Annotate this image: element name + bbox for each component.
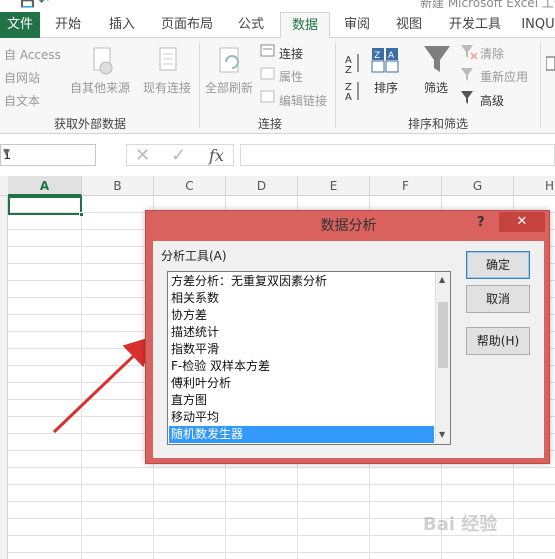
scroll-up-icon[interactable]: ▲: [439, 275, 445, 284]
list-item[interactable]: 方差分析：无重复双因素分析: [169, 273, 434, 290]
help-icon[interactable]: ?: [477, 215, 485, 230]
watermark: Bai 经验: [423, 514, 498, 535]
list-item[interactable]: 傅利叶分析: [169, 375, 434, 392]
data-analysis-dialog: 数据分析 ? ✕ 分析工具(A) 方差分析：无重复双因素分析 相关系数 协方差 …: [145, 210, 550, 464]
analysis-tools-label: 分析工具(A): [161, 249, 227, 263]
list-item[interactable]: 协方差: [169, 307, 434, 324]
help-button[interactable]: 帮助(H): [466, 327, 530, 355]
cancel-button[interactable]: 取消: [466, 285, 530, 313]
close-button[interactable]: ✕: [499, 212, 545, 232]
scroll-down-icon[interactable]: ▼: [439, 430, 445, 439]
list-item[interactable]: 描述统计: [169, 324, 434, 341]
dialog-title: 数据分析: [320, 218, 377, 234]
list-item[interactable]: 直方图: [169, 392, 434, 409]
list-item[interactable]: 指数平滑: [169, 341, 434, 358]
list-item[interactable]: 相关系数: [169, 290, 434, 307]
list-scrollbar[interactable]: ▲ ▼: [435, 272, 450, 444]
list-item[interactable]: F-检验 双样本方差: [169, 358, 434, 375]
ok-button[interactable]: 确定: [466, 251, 530, 279]
dialog-body: 分析工具(A) 方差分析：无重复双因素分析 相关系数 协方差 描述统计 指数平滑…: [153, 241, 544, 458]
list-item[interactable]: 移动平均: [169, 409, 434, 426]
scroll-thumb[interactable]: [438, 302, 448, 368]
analysis-tools-list[interactable]: 方差分析：无重复双因素分析 相关系数 协方差 描述统计 指数平滑 F-检验 双样…: [167, 271, 451, 445]
list-item-selected[interactable]: 随机数发生器: [169, 426, 434, 443]
